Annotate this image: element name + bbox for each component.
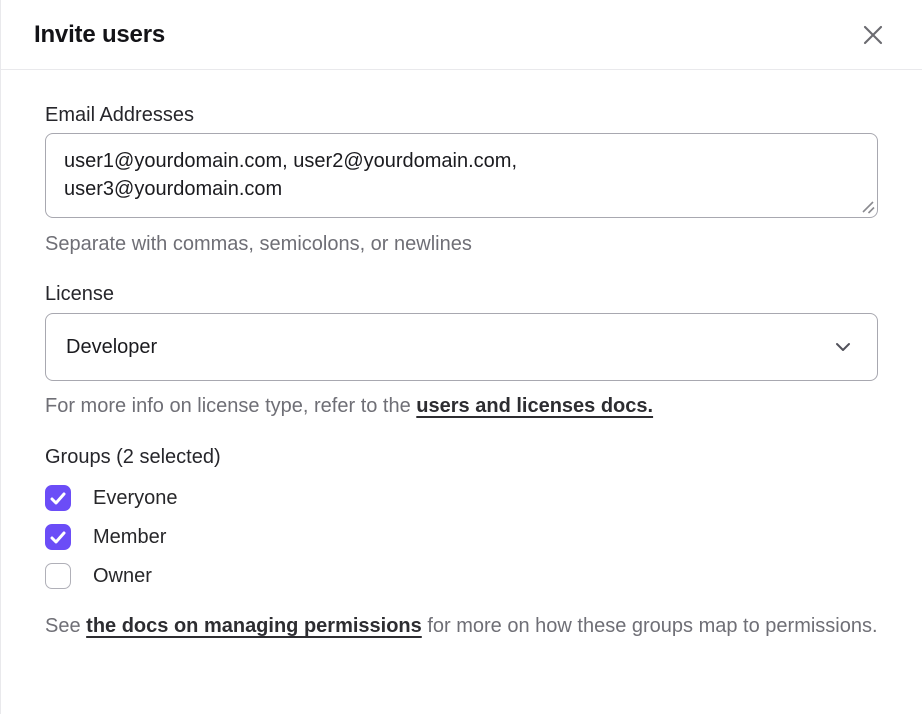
checkbox-row-member[interactable]: Member bbox=[45, 524, 878, 550]
email-field-group: Email Addresses user1@yourdomain.com, us… bbox=[45, 103, 878, 256]
license-help-text: For more info on license type, refer to … bbox=[45, 394, 878, 418]
close-icon bbox=[860, 22, 886, 48]
groups-checkbox-list: Everyone Member Owner bbox=[45, 485, 878, 589]
chevron-down-icon bbox=[835, 342, 851, 352]
checkmark-icon bbox=[50, 492, 66, 505]
license-field-label: License bbox=[45, 282, 878, 306]
groups-note-suffix: for more on how these groups map to perm… bbox=[422, 615, 878, 637]
permissions-docs-link[interactable]: the docs on managing permissions bbox=[86, 615, 422, 637]
email-help-text: Separate with commas, semicolons, or new… bbox=[45, 232, 878, 256]
checkbox-owner[interactable] bbox=[45, 563, 71, 589]
license-field-group: License Developer For more info on licen… bbox=[45, 282, 878, 418]
checkmark-icon bbox=[50, 531, 66, 544]
groups-note: See the docs on managing permissions for… bbox=[45, 612, 878, 641]
license-select[interactable]: Developer bbox=[45, 313, 878, 381]
groups-field-label: Groups (2 selected) bbox=[45, 445, 878, 469]
groups-note-prefix: See bbox=[45, 615, 86, 637]
licenses-docs-link[interactable]: users and licenses docs. bbox=[416, 395, 653, 417]
license-selected-value: Developer bbox=[66, 336, 157, 359]
checkbox-member[interactable] bbox=[45, 524, 71, 550]
groups-field-group: Groups (2 selected) Everyone Member bbox=[45, 445, 878, 641]
modal-header: Invite users bbox=[1, 0, 922, 70]
email-addresses-input[interactable]: user1@yourdomain.com, user2@yourdomain.c… bbox=[45, 133, 878, 218]
email-textarea-wrap: user1@yourdomain.com, user2@yourdomain.c… bbox=[45, 133, 878, 218]
license-help-prefix: For more info on license type, refer to … bbox=[45, 395, 416, 417]
checkbox-row-owner[interactable]: Owner bbox=[45, 563, 878, 589]
close-button[interactable] bbox=[857, 19, 889, 51]
email-field-label: Email Addresses bbox=[45, 103, 878, 127]
checkbox-everyone[interactable] bbox=[45, 485, 71, 511]
checkbox-label-member[interactable]: Member bbox=[93, 524, 166, 550]
checkbox-label-everyone[interactable]: Everyone bbox=[93, 485, 178, 511]
page-title: Invite users bbox=[34, 21, 165, 49]
checkbox-row-everyone[interactable]: Everyone bbox=[45, 485, 878, 511]
checkbox-label-owner[interactable]: Owner bbox=[93, 563, 152, 589]
modal-body: Email Addresses user1@yourdomain.com, us… bbox=[1, 70, 922, 641]
